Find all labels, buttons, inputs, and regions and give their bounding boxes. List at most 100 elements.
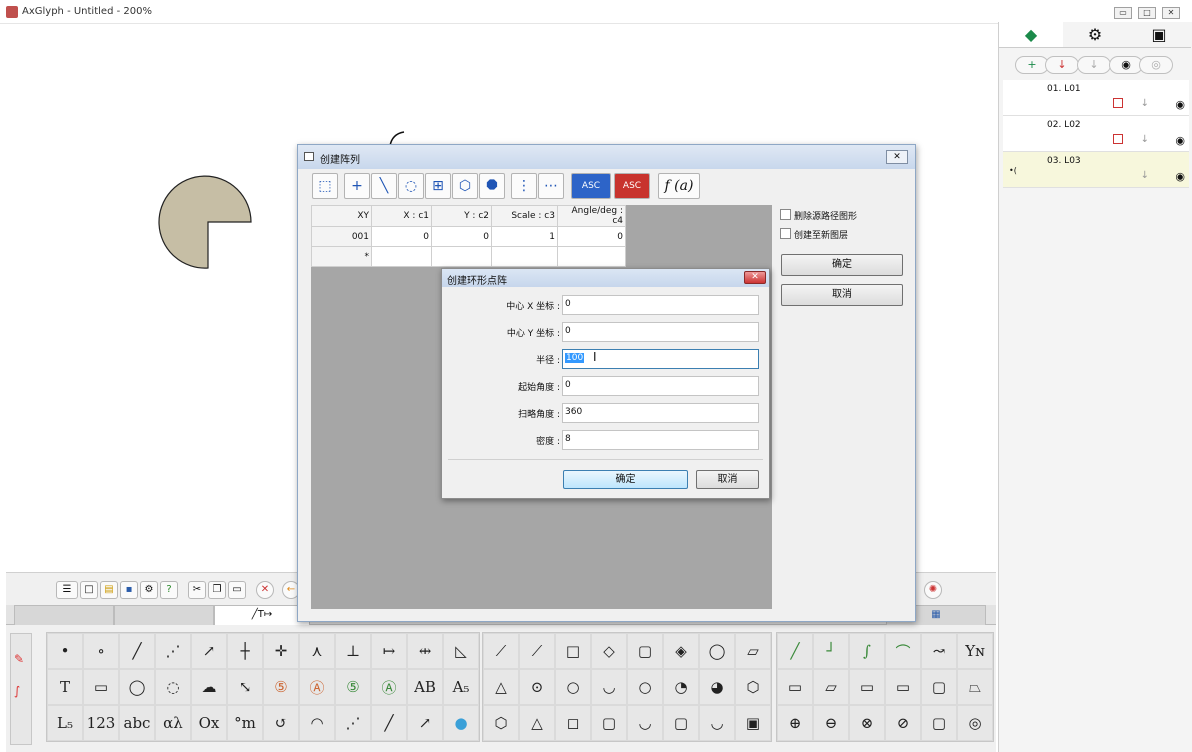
export-ascii-icon[interactable]: ASC <box>614 173 650 199</box>
axes-tool[interactable]: ✛ <box>263 633 299 669</box>
copy-icon[interactable]: ❐ <box>208 581 226 599</box>
close-window-button[interactable]: ✕ <box>1162 7 1180 19</box>
cup-tool[interactable]: ◡ <box>699 705 735 741</box>
rect-dots-tool[interactable]: ▢ <box>627 633 663 669</box>
eye-icon[interactable]: ◉ <box>1175 170 1185 183</box>
maximize-button[interactable]: □ <box>1138 7 1156 19</box>
ab-text-tool[interactable]: AB <box>407 669 443 705</box>
arc-tool[interactable]: ◠ <box>299 705 335 741</box>
rounded-quad-tool[interactable]: ▢ <box>663 705 699 741</box>
callout-tool[interactable]: ▭ <box>83 669 119 705</box>
move-layer-down-button[interactable]: ↓ <box>1077 56 1111 74</box>
row-header[interactable]: * <box>311 246 372 267</box>
dot-tool[interactable]: • <box>47 633 83 669</box>
letter-pin-tool[interactable]: Ⓐ <box>371 669 407 705</box>
frame-tool[interactable]: ▣ <box>735 705 771 741</box>
add-layer-button[interactable]: + <box>1015 56 1049 74</box>
edit-layer-icon[interactable] <box>1113 134 1123 144</box>
octagon-array-icon[interactable]: ⯃ <box>479 173 505 199</box>
layers-tab-icon[interactable]: ◆ <box>999 22 1063 48</box>
tab-drawing[interactable]: ╱T↦ <box>214 605 310 625</box>
menu-icon[interactable]: ☰ <box>56 581 78 599</box>
pick-path-icon[interactable]: ⬚ <box>312 173 338 199</box>
delete-layer-button[interactable]: ↓ <box>1045 56 1079 74</box>
subscript-tool[interactable]: A₅ <box>443 669 479 705</box>
degree-text-tool[interactable]: °m <box>227 705 263 741</box>
chat-bubble-tool[interactable]: ● <box>443 705 479 741</box>
curve-connector-tool[interactable]: ∫ <box>849 633 885 669</box>
letter-badge-tool[interactable]: Ⓐ <box>299 669 335 705</box>
vertical-dots-icon[interactable]: ⋮ <box>511 173 537 199</box>
column-header[interactable]: XY <box>311 205 372 227</box>
card-shape-tool[interactable]: ▭ <box>885 669 921 705</box>
circle-center-tool[interactable]: ⊙ <box>519 669 555 705</box>
dimension-tool[interactable]: ↦ <box>371 633 407 669</box>
eye-icon[interactable]: ◉ <box>1175 134 1185 147</box>
dialog-titlebar[interactable]: 创建环形点阵 ✕ <box>442 269 769 287</box>
circle-array-icon[interactable]: ◌ <box>398 173 424 199</box>
curve-icon[interactable]: ∫ <box>14 684 28 698</box>
trapezoid-tool[interactable]: ⏢ <box>957 669 993 705</box>
layer-row-selected[interactable]: 03. L03 •( ↓ ◉ <box>1003 152 1189 188</box>
yn-tool[interactable]: Yɴ <box>957 633 993 669</box>
tab-color[interactable] <box>14 605 114 625</box>
number-text-tool[interactable]: 123 <box>83 705 119 741</box>
table-row[interactable]: 001 0 0 1 0 <box>311 226 626 247</box>
column-header[interactable]: Y : c2 <box>431 205 492 227</box>
horizontal-dots-icon[interactable]: ⋯ <box>538 173 564 199</box>
quad-dots-tool[interactable]: ▢ <box>591 705 627 741</box>
camera-tab-icon[interactable]: ▣ <box>1127 22 1191 48</box>
document-shape-tool[interactable]: ▭ <box>777 669 813 705</box>
dashed-line-tool[interactable]: ⋰ <box>155 633 191 669</box>
table-cell[interactable] <box>431 246 492 267</box>
circle-dot-tool[interactable]: ∘ <box>83 633 119 669</box>
octagon-circle-tool[interactable]: ○ <box>627 669 663 705</box>
column-header[interactable]: X : c1 <box>371 205 432 227</box>
segment-tool[interactable]: ⟋ <box>483 633 519 669</box>
data-shape-tool[interactable]: ▱ <box>813 669 849 705</box>
greek-text-tool[interactable]: αλ <box>155 705 191 741</box>
checkbox-box[interactable] <box>780 209 791 220</box>
thick-line-tool[interactable]: ╱ <box>371 705 407 741</box>
checkbox-box[interactable] <box>780 228 791 239</box>
dialog-titlebar[interactable]: 创建阵列 ✕ <box>298 145 915 169</box>
times-circle-tool[interactable]: ⊗ <box>849 705 885 741</box>
diamond-dots-tool[interactable]: ◈ <box>663 633 699 669</box>
bold-arrow-tool[interactable]: ↗ <box>407 705 443 741</box>
radius-input[interactable]: 100 I <box>562 349 759 369</box>
layer-row[interactable]: 01. L01 ↓ ◉ <box>1003 80 1189 116</box>
italic-text-tool[interactable]: abc <box>119 705 155 741</box>
pacman-shape[interactable] <box>156 164 266 274</box>
circle-tool[interactable]: ○ <box>555 669 591 705</box>
tab-chart[interactable] <box>114 605 214 625</box>
sum-circle-tool[interactable]: ⊕ <box>777 705 813 741</box>
arc-pie-tool[interactable]: ◔ <box>663 669 699 705</box>
straight-connector-tool[interactable]: ╱ <box>777 633 813 669</box>
array-table[interactable]: XY X : c1 Y : c2 Scale : c3 Angle/deg : … <box>311 205 626 267</box>
center-y-input[interactable]: 0 <box>562 322 759 342</box>
text-tool[interactable]: T <box>47 669 83 705</box>
elbow-connector-tool[interactable]: ┘ <box>813 633 849 669</box>
close-dialog-button[interactable]: ✕ <box>886 150 908 164</box>
column-header[interactable]: Scale : c3 <box>491 205 558 227</box>
save-icon[interactable]: ▪ <box>120 581 138 599</box>
arc-circle-tool[interactable]: ◡ <box>591 669 627 705</box>
arrow-down-icon[interactable]: ↓ <box>1141 170 1149 181</box>
table-row-new[interactable]: * <box>311 246 626 267</box>
dotted-line-tool[interactable]: ⋰ <box>335 705 371 741</box>
paste-icon[interactable]: ▭ <box>228 581 246 599</box>
table-cell[interactable]: 1 <box>491 226 558 247</box>
triangle-measure-tool[interactable]: ◺ <box>443 633 479 669</box>
bowl-tool[interactable]: ◡ <box>627 705 663 741</box>
show-layer-eye-icon[interactable]: ◉ <box>1109 56 1143 74</box>
sweep-angle-input[interactable]: 360 <box>562 403 759 423</box>
drum-shape-tool[interactable]: ▭ <box>849 669 885 705</box>
cancel-button[interactable]: 取消 <box>781 284 903 306</box>
label-line-tool[interactable]: ⤡ <box>227 669 263 705</box>
diamond-tool[interactable]: ◇ <box>591 633 627 669</box>
minus-circle-tool[interactable]: ⊖ <box>813 705 849 741</box>
arrow-tool[interactable]: ↗ <box>191 633 227 669</box>
arrow-down-icon[interactable]: ↓ <box>1141 134 1149 145</box>
hexagon-array-icon[interactable]: ⬡ <box>452 173 478 199</box>
triangle-tool[interactable]: △ <box>483 669 519 705</box>
